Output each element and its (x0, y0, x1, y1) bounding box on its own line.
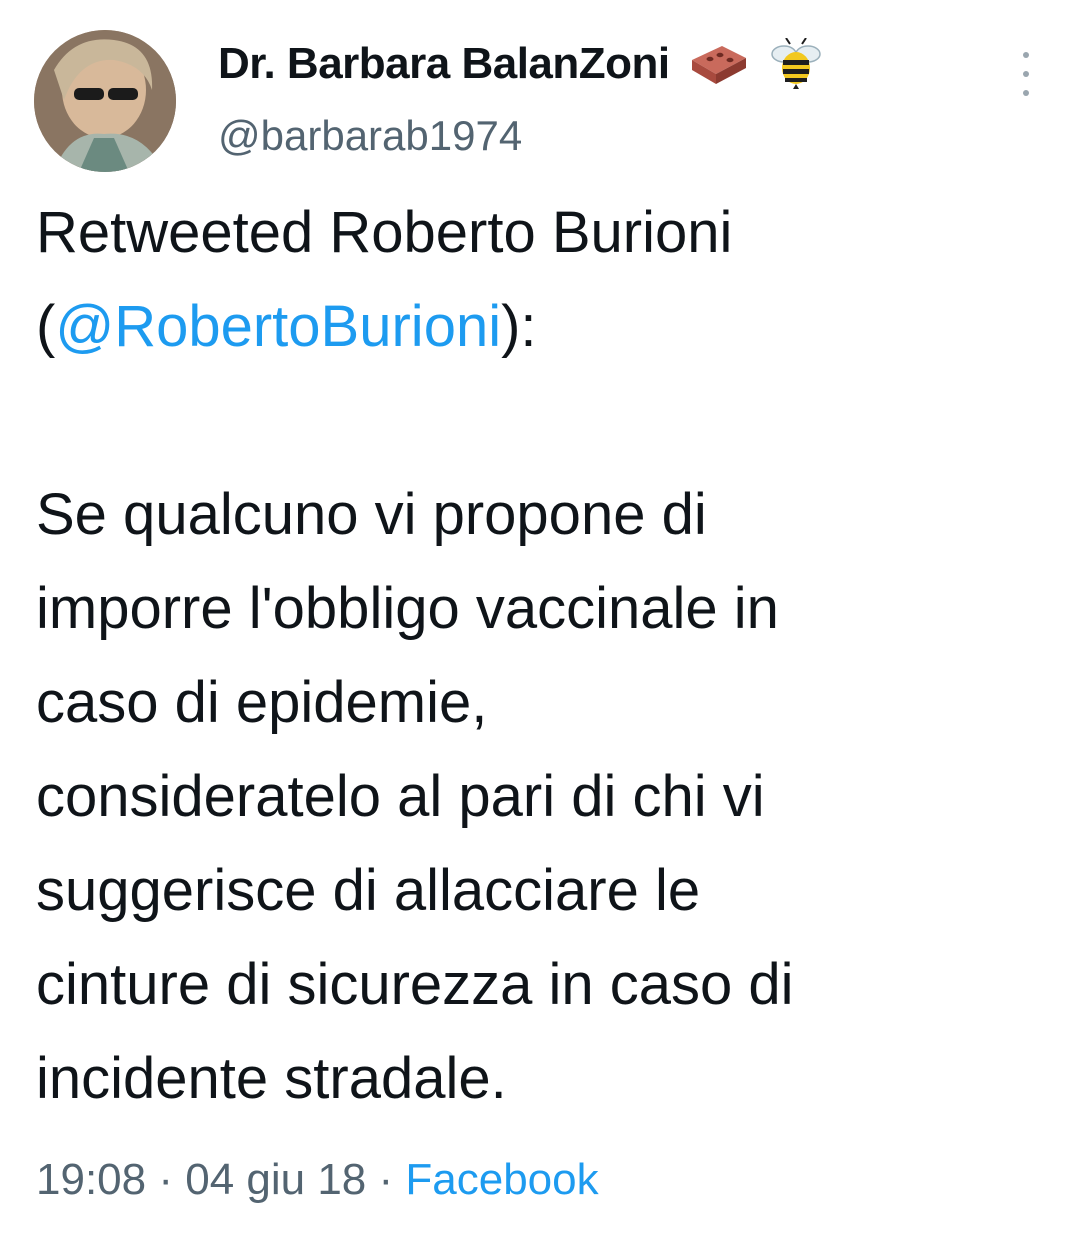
more-dot (1023, 71, 1029, 77)
body-line: cinture di sicurezza in caso di (36, 952, 794, 1017)
close-paren: ): (501, 294, 537, 359)
brick-emoji-icon (688, 38, 748, 90)
tweet-date[interactable]: 04 giu 18 (185, 1155, 366, 1204)
bee-emoji-icon (766, 37, 826, 90)
open-paren: ( (36, 294, 56, 359)
body-line: imporre l'obbligo vaccinale in (36, 576, 779, 641)
more-dot (1023, 90, 1029, 96)
body-line: incidente stradale. (36, 1046, 507, 1111)
author-display-name[interactable]: Dr. Barbara BalanZoni (218, 39, 670, 89)
meta-separator: · (146, 1155, 186, 1204)
tweet-time[interactable]: 19:08 (36, 1155, 146, 1204)
mention-link[interactable]: @RobertoBurioni (55, 294, 501, 359)
avatar-photo (34, 30, 176, 172)
more-dot (1023, 52, 1029, 58)
author-handle[interactable]: @barbarab1974 (218, 112, 522, 160)
more-options-icon[interactable] (1020, 52, 1032, 96)
body-line: suggerisce di allacciare le (36, 858, 701, 923)
tweet-meta: 19:08 · 04 giu 18 · Facebook (36, 1155, 599, 1205)
tweet-source-link[interactable]: Facebook (405, 1155, 598, 1204)
author-name-row[interactable]: Dr. Barbara BalanZoni (218, 37, 826, 90)
body-line: consideratelo al pari di chi vi (36, 764, 765, 829)
meta-separator: · (366, 1155, 406, 1204)
tweet-header: Dr. Barbara BalanZoni @barbarab1974 (34, 30, 1054, 172)
retweet-prefix: Retweeted Roberto Burioni (36, 200, 733, 265)
body-line: caso di epidemie, (36, 670, 488, 735)
tweet-text: Retweeted Roberto Burioni (@RobertoBurio… (36, 186, 1066, 1126)
avatar[interactable] (34, 30, 176, 172)
body-line: Se qualcuno vi propone di (36, 482, 707, 547)
